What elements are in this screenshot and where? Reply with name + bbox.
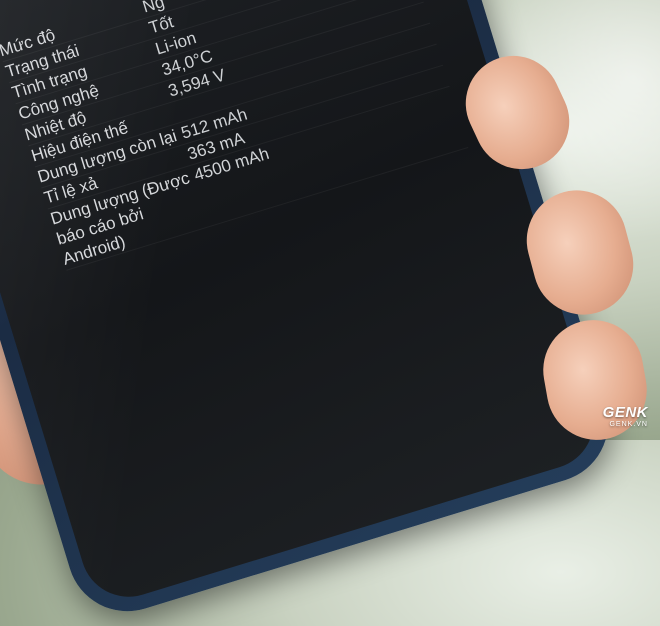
watermark-logo: GENK: [602, 404, 648, 421]
watermark-sub: GENK.VN: [609, 421, 648, 428]
genk-watermark: GENK GENK.VN: [603, 404, 648, 428]
